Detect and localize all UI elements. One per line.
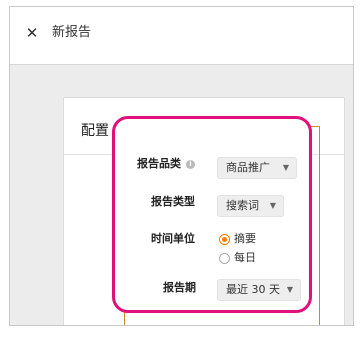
chevron-down-icon: ▼	[286, 285, 293, 294]
period-select[interactable]: 最近 30 天 ▼	[217, 279, 301, 301]
period-label: 报告期	[163, 281, 196, 294]
report-type-select-value: 搜索词	[226, 199, 259, 212]
report-type-select[interactable]: 搜索词 ▼	[217, 195, 284, 217]
period-select-value: 最近 30 天	[226, 283, 280, 296]
dialog-title: 新报告	[52, 25, 92, 40]
radio-summary-label: 摘要	[234, 232, 256, 245]
highlight-box: 报告品类 i 商品推广 ▼ 报告类型 搜索词 ▼ 时间单位 摘要 每日 报告期 …	[112, 116, 312, 313]
report-type-label: 报告类型	[151, 195, 195, 208]
category-label: 报告品类	[137, 157, 181, 170]
category-select[interactable]: 商品推广 ▼	[217, 157, 297, 179]
time-unit-label: 时间单位	[151, 232, 195, 245]
info-icon: i	[186, 160, 195, 169]
card-title: 配置	[81, 123, 109, 139]
dialog-header: ✕ 新报告	[10, 7, 353, 65]
category-select-value: 商品推广	[226, 161, 270, 174]
radio-daily-label: 每日	[234, 251, 256, 264]
chevron-down-icon: ▼	[269, 201, 276, 210]
close-icon[interactable]: ✕	[24, 25, 40, 41]
chevron-down-icon: ▼	[282, 163, 289, 172]
radio-summary[interactable]	[219, 234, 230, 245]
radio-daily[interactable]	[219, 253, 230, 264]
